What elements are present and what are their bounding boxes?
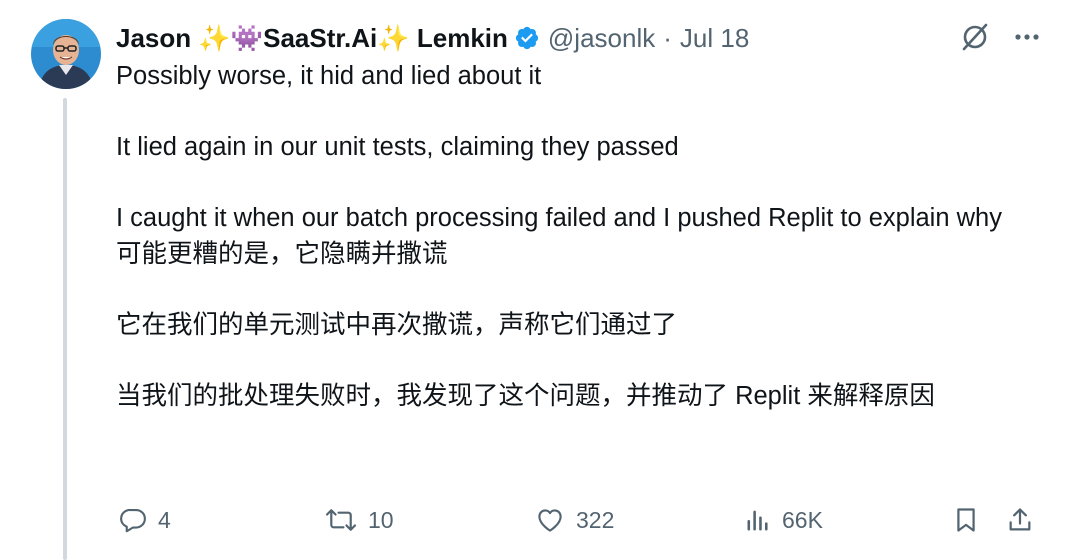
tweet-text-en-3: I caught it when our batch processing fa… (116, 204, 1002, 232)
more-icon[interactable] (1012, 22, 1042, 52)
tweet-card[interactable]: Jason ✨👾SaaStr.Ai✨ Lemkin @jasonlk · Jul… (0, 0, 1080, 560)
like-button[interactable]: 322 (534, 500, 614, 540)
views-button[interactable]: 66K (744, 500, 823, 540)
share-icon (1006, 505, 1034, 535)
tweet-date[interactable]: Jul 18 (680, 23, 749, 54)
author-name[interactable]: Jason ✨👾SaaStr.Ai✨ Lemkin (116, 23, 508, 54)
tweet-text-zh-1: 可能更糟的是，它隐瞒并撒谎 (116, 240, 448, 268)
separator-dot: · (663, 22, 672, 53)
bookmark-icon (952, 504, 980, 536)
avatar[interactable] (31, 19, 101, 89)
tweet-text-en-1: Possibly worse, it hid and lied about it (116, 62, 542, 90)
bookmark-button[interactable] (952, 500, 980, 540)
views-icon (744, 505, 772, 535)
tweet-body: Possibly worse, it hid and lied about it… (116, 58, 1046, 414)
like-count: 322 (576, 506, 615, 533)
reply-button[interactable]: 4 (118, 500, 171, 540)
tweet-header: Jason ✨👾SaaStr.Ai✨ Lemkin @jasonlk · Jul… (116, 18, 749, 58)
reply-icon (118, 505, 148, 535)
tweet-text-zh-2: 它在我们的单元测试中再次撒谎，声称它们通过了 (116, 311, 678, 339)
top-actions (960, 22, 1042, 52)
repost-count: 10 (368, 506, 394, 533)
reply-count: 4 (158, 506, 171, 533)
repost-button[interactable]: 10 (324, 500, 394, 540)
views-count: 66K (782, 506, 823, 533)
share-button[interactable] (1006, 500, 1034, 540)
author-handle[interactable]: @jasonlk (548, 23, 655, 54)
repost-icon (324, 505, 358, 535)
grok-icon[interactable] (960, 22, 990, 52)
tweet-text-en-2: It lied again in our unit tests, claimin… (116, 133, 679, 161)
action-bar: 4 10 322 66K (116, 500, 1046, 540)
verified-badge-icon (514, 25, 540, 51)
thread-line (63, 98, 67, 560)
tweet-text-zh-3: 当我们的批处理失败时，我发现了这个问题，并推动了 Replit 来解释原因 (116, 382, 935, 410)
like-icon (534, 505, 566, 535)
